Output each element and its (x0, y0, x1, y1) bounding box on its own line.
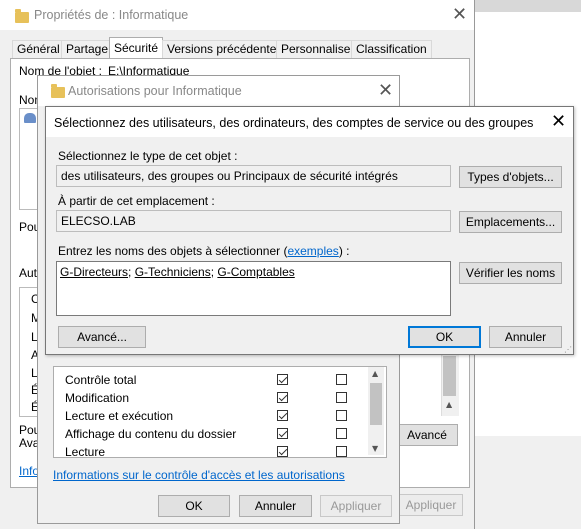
users-icon (24, 113, 36, 123)
name-entry[interactable]: G-Techniciens (135, 265, 211, 279)
tab-securite[interactable]: Sécurité (109, 37, 164, 59)
scroll-up-icon[interactable]: ▲ (446, 400, 452, 409)
select-cancel-button[interactable]: Annuler (489, 326, 562, 348)
tab-classification[interactable]: Classification (351, 40, 432, 59)
allow-checkbox[interactable] (277, 392, 288, 403)
permissions-cancel-button[interactable]: Annuler (239, 495, 312, 517)
scroll-down-icon[interactable]: ▼ (372, 444, 378, 453)
location-label: À partir de cet emplacement : (58, 194, 215, 208)
background-gray-right (474, 436, 581, 529)
select-advanced-button[interactable]: Avancé... (58, 326, 146, 348)
close-icon[interactable]: ✕ (551, 113, 566, 131)
check-names-button[interactable]: Vérifier les noms (459, 262, 562, 284)
object-types-button[interactable]: Types d'objets... (459, 166, 562, 188)
select-users-dialog: Sélectionnez des utilisateurs, des ordin… (45, 106, 574, 355)
locations-button[interactable]: Emplacements... (459, 211, 562, 233)
object-type-field: des utilisateurs, des groupes ou Princip… (56, 165, 451, 187)
permission-label: Lecture (65, 445, 106, 459)
access-control-info-link[interactable]: Informations sur le contrôle d'accès et … (53, 468, 345, 482)
examples-link[interactable]: exemples (287, 244, 338, 258)
permissions-ok-button[interactable]: OK (158, 495, 230, 517)
permissions-titlebar: Autorisations pour Informatique ✕ (38, 76, 399, 106)
deny-checkbox[interactable] (336, 392, 347, 403)
permissions-apply-button: Appliquer (320, 495, 392, 517)
tab-personnaliser[interactable]: Personnaliser (276, 40, 360, 59)
tab-partage[interactable]: Partage (61, 40, 114, 59)
select-ok-button[interactable]: OK (408, 326, 481, 348)
names-input[interactable]: G-Directeurs; G-Techniciens; G-Comptable… (56, 261, 451, 316)
properties-titlebar: Propriétés de : Informatique ✕ (0, 0, 474, 30)
allow-checkbox[interactable] (277, 410, 288, 421)
allow-checkbox[interactable] (277, 428, 288, 439)
permissions-scroll-thumb[interactable] (370, 383, 382, 425)
allow-checkbox[interactable] (277, 374, 288, 385)
permission-label: Affichage du contenu du dossier (65, 427, 237, 441)
folder-icon (15, 9, 29, 23)
background-gray (474, 0, 581, 12)
tab-general[interactable]: Général (12, 40, 65, 59)
deny-checkbox[interactable] (336, 428, 347, 439)
names-label: Entrez les noms des objets à sélectionne… (58, 244, 350, 258)
properties-title: Propriétés de : Informatique (34, 8, 189, 22)
folder-icon (51, 84, 65, 98)
permissions-title: Autorisations pour Informatique (68, 84, 242, 98)
location-field: ELECSO.LAB (56, 210, 451, 232)
props-scroll-thumb[interactable] (443, 356, 456, 396)
deny-checkbox[interactable] (336, 410, 347, 421)
deny-checkbox[interactable] (336, 446, 347, 457)
close-icon[interactable]: ✕ (452, 6, 467, 24)
select-title: Sélectionnez des utilisateurs, des ordin… (54, 116, 534, 130)
close-icon[interactable]: ✕ (378, 82, 393, 100)
select-titlebar: Sélectionnez des utilisateurs, des ordin… (46, 107, 573, 137)
name-entry[interactable]: G-Directeurs (60, 265, 128, 279)
resize-grip-icon[interactable]: ⋰ (564, 345, 572, 354)
permission-label: Lecture et exécution (65, 409, 174, 423)
tab-versions[interactable]: Versions précédentes (162, 40, 288, 59)
allow-checkbox[interactable] (277, 446, 288, 457)
scroll-up-icon[interactable]: ▲ (372, 369, 378, 378)
deny-checkbox[interactable] (336, 374, 347, 385)
name-entry[interactable]: G-Comptables (217, 265, 294, 279)
props-advanced-button[interactable]: Avancé (396, 424, 458, 446)
permission-label: Modification (65, 391, 130, 405)
permission-label: Contrôle total (65, 373, 137, 387)
props-apply-button: Appliquer (399, 494, 463, 516)
object-type-label: Sélectionnez le type de cet objet : (58, 149, 238, 163)
info-link[interactable]: Info (19, 464, 39, 478)
